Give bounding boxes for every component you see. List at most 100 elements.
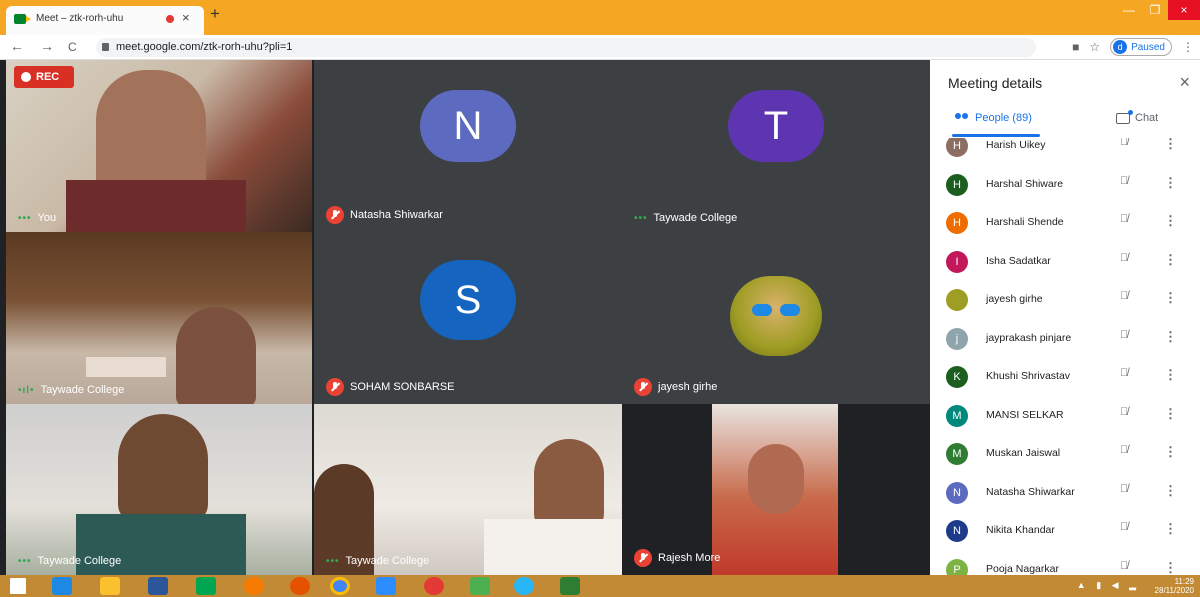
bookmark-star-icon[interactable]: ☆ [1089,40,1100,54]
tab-people[interactable]: People (89) [954,112,1032,124]
video-tile-taywade-3[interactable]: ••• Taywade College [6,404,312,575]
more-options-icon[interactable]: ⋮ [1164,560,1177,576]
more-options-icon[interactable]: ⋮ [1164,483,1177,499]
word-icon[interactable] [148,577,168,595]
more-options-icon[interactable]: ⋮ [1164,213,1177,229]
participant-row[interactable]: P Pooja Nagarkar 🎙̸ ⋮ [930,554,1200,576]
participant-row[interactable]: N Nikita Khandar 🎙̸ ⋮ [930,515,1200,553]
profile-avatar: d [1113,40,1128,54]
opera-icon[interactable] [424,577,444,595]
browser-menu-icon[interactable]: ⋮ [1182,40,1194,54]
mic-off-icon[interactable]: 🎙̸ [1120,175,1128,187]
system-clock[interactable]: 11:29 28/11/2020 [1155,577,1194,595]
tab-chat-label: Chat [1135,112,1159,124]
address-bar-actions: ■ ☆ d Paused ⋮ [1072,38,1194,56]
reload-button[interactable]: C [68,40,77,54]
participant-video [118,414,208,524]
close-window-button[interactable]: × [1168,0,1200,20]
more-options-icon[interactable]: ⋮ [1164,329,1177,345]
mic-off-icon[interactable]: 🎙̸ [1120,444,1128,456]
participant-name: Isha Sadatkar [986,254,1051,267]
camera-icon[interactable]: ■ [1072,40,1079,54]
video-tile-natasha[interactable]: N Natasha Shiwarkar [314,60,622,232]
mic-off-icon[interactable]: 🎙̸ [1120,560,1128,572]
participant-row[interactable]: H Harshal Shiware 🎙̸ ⋮ [930,169,1200,207]
mic-off-icon[interactable]: 🎙̸ [1120,138,1128,148]
more-options-icon[interactable]: ⋮ [1164,521,1177,537]
zoom-icon[interactable] [376,577,396,595]
mic-off-icon[interactable]: 🎙̸ [1120,521,1128,533]
video-tile-jayesh[interactable]: jayesh girhe [622,232,930,404]
window-controls: — ❐ × [1116,0,1200,22]
tile-name-label: Rajesh More [634,549,720,567]
participant-row[interactable]: jayesh girhe 🎙̸ ⋮ [930,284,1200,322]
participant-row[interactable]: K Khushi Shrivastav 🎙̸ ⋮ [930,361,1200,399]
more-options-icon[interactable]: ••• [326,556,340,567]
more-options-icon[interactable]: ••• [634,213,648,224]
file-explorer-icon[interactable] [100,577,120,595]
mic-off-icon[interactable]: 🎙̸ [1120,329,1128,341]
video-tile-taywade-2[interactable]: •ıl• Taywade College [6,232,312,404]
firefox-alt-icon[interactable] [290,577,310,595]
participant-row[interactable]: H Harish Uikey 🎙̸ ⋮ [930,138,1200,168]
participant-name: Taywade College [40,384,125,396]
excel-icon[interactable] [560,577,580,595]
video-tile-rajesh[interactable]: Rajesh More [622,404,930,575]
participant-row[interactable]: N Natasha Shiwarkar 🎙̸ ⋮ [930,477,1200,515]
participant-row[interactable]: j jayprakash pinjare 🎙̸ ⋮ [930,323,1200,361]
participant-list[interactable]: H Harish Uikey 🎙̸ ⋮ H Harshal Shiware 🎙̸ ⋮ H Hars… [930,138,1200,575]
participant-row[interactable]: M MANSI SELKAR 🎙̸ ⋮ [930,400,1200,438]
back-button[interactable]: ← [10,38,24,54]
participant-row[interactable]: I Isha Sadatkar 🎙̸ ⋮ [930,246,1200,284]
participant-row[interactable]: M Muskan Jaiswal 🎙̸ ⋮ [930,438,1200,476]
maximize-button[interactable]: ❐ [1142,0,1168,20]
browser-tab[interactable]: Meet – ztk-rorh-uhu × [6,6,204,35]
video-tile-soham[interactable]: S SOHAM SONBARSE [314,232,622,404]
new-tab-button[interactable]: + [210,4,220,24]
more-options-icon[interactable]: ⋮ [1164,367,1177,383]
windows-start-icon[interactable] [10,578,26,594]
mic-off-icon[interactable]: 🎙̸ [1120,213,1128,225]
participant-avatar: T [728,90,824,162]
internet-explorer-icon[interactable] [52,577,72,595]
tab-chat[interactable]: Chat [1116,109,1159,124]
mic-off-icon[interactable]: 🎙̸ [1120,367,1128,379]
video-tile-taywade-1[interactable]: T ••• Taywade College [622,60,930,232]
more-options-icon[interactable]: ⋮ [1164,175,1177,191]
minimize-button[interactable]: — [1116,0,1142,20]
more-options-icon[interactable]: ⋮ [1164,444,1177,460]
more-options-icon[interactable]: ⋮ [1164,406,1177,422]
store-icon[interactable] [196,577,216,595]
firefox-icon[interactable] [244,577,264,595]
participant-video-body [484,519,622,575]
more-options-icon[interactable]: ••• [18,213,32,224]
video-tile-you[interactable]: REC ••• You [6,60,312,232]
participant-name: Khushi Shrivastav [986,370,1071,382]
profile-button[interactable]: d Paused [1110,38,1172,56]
participant-name: Muskan Jaiswal [986,447,1061,459]
more-options-icon[interactable]: ••• [18,556,32,567]
more-options-icon[interactable]: ⋮ [1164,252,1177,268]
more-options-icon[interactable]: ⋮ [1164,138,1177,152]
app-icon[interactable] [514,577,534,595]
url-field[interactable]: meet.google.com/ztk-rorh-uhu?pli=1 [96,38,1036,57]
participant-avatar [946,289,968,311]
mic-off-icon[interactable]: 🎙̸ [1120,252,1128,264]
mic-off-icon[interactable]: 🎙̸ [1120,406,1128,418]
mic-off-icon[interactable]: 🎙̸ [1120,290,1128,302]
participant-video [176,307,256,404]
tab-close-icon[interactable]: × [182,10,190,25]
mic-off-icon [326,378,344,396]
system-tray-icons[interactable]: ▲ ▮ ◀ ▂ [1077,580,1140,591]
more-options-icon[interactable]: ⋮ [1164,290,1177,306]
panel-close-icon[interactable]: × [1179,72,1190,93]
participant-name: MANSI SELKAR [986,408,1064,421]
utorrent-icon[interactable] [470,577,490,595]
tab-people-label: People (89) [975,112,1032,124]
mic-off-icon[interactable]: 🎙̸ [1120,483,1128,495]
chrome-icon[interactable] [330,577,350,595]
video-tile-taywade-4[interactable]: ••• Taywade College [314,404,622,575]
participant-row[interactable]: H Harshali Shende 🎙̸ ⋮ [930,207,1200,245]
tab-title: Meet – ztk-rorh-uhu [36,13,124,24]
forward-button[interactable]: → [40,38,54,54]
